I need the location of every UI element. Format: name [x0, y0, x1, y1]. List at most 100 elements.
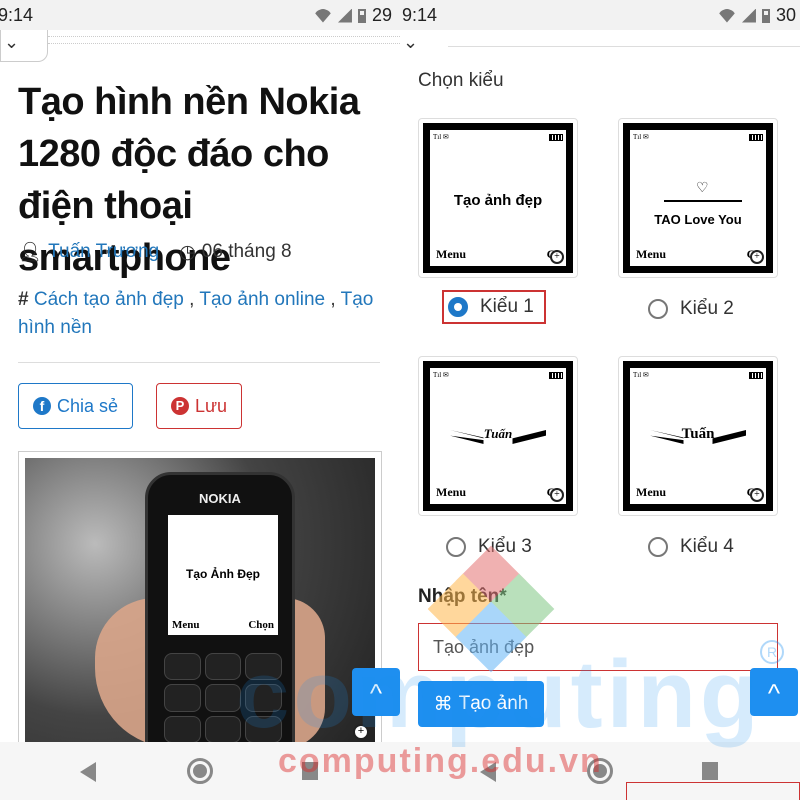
collapse-bar: ⌄: [400, 30, 800, 62]
left-screen: 9:14 29 ⌄ Tạo hình nền Nokia 1280 độc đá…: [0, 0, 400, 800]
chevron-down-icon: ⌄: [4, 32, 20, 52]
style-radio-2[interactable]: Kiểu 2: [648, 298, 734, 320]
style-preview-text: Tạo ảnh đẹp: [453, 192, 543, 209]
command-icon: ⌘: [433, 693, 453, 715]
divider: [18, 362, 380, 363]
article-date: 06 tháng 8: [201, 241, 292, 262]
name-field-label: Nhập tên*: [418, 586, 507, 607]
heartbeat-icon: [664, 180, 742, 202]
name-input[interactable]: Tạo ảnh đẹp: [418, 623, 778, 671]
signal-icon: [741, 8, 756, 23]
signal-icon: Tıl ✉: [633, 371, 649, 379]
phone-keypad: [164, 653, 282, 743]
pinterest-icon: P: [171, 397, 189, 415]
signal-icon: Tıl ✉: [633, 133, 649, 141]
signal-icon: Tıl ✉: [433, 133, 449, 141]
name-input-value: Tạo ảnh đẹp: [433, 636, 535, 657]
battery-level: 30: [775, 5, 796, 25]
style-card-3[interactable]: Tıl ✉ Tuấn Menu Ch +: [418, 356, 578, 516]
facebook-icon: f: [33, 397, 51, 415]
phone-menu-label: Menu: [172, 619, 200, 631]
phone-screen: Tạo Ảnh Đẹp Menu Chọn: [168, 515, 278, 635]
wifi-icon: [717, 8, 736, 23]
zoom-icon[interactable]: +: [550, 250, 564, 264]
chevron-up-icon: ^: [767, 678, 781, 708]
battery-icon: [761, 8, 770, 23]
style-card-2[interactable]: Tıl ✉ TAO Love You Menu Ch +: [618, 118, 778, 278]
style-radio-3[interactable]: Kiểu 3: [446, 536, 532, 558]
style-preview-text: Tuấn: [483, 426, 513, 441]
tag-link[interactable]: Tạo ảnh online: [199, 289, 325, 310]
zoom-icon[interactable]: +: [353, 724, 369, 740]
status-time: 9:14: [0, 5, 34, 25]
phone-illustration: NOKIA Tạo Ảnh Đẹp Menu Chọn: [145, 472, 295, 744]
radio-dot: [446, 537, 466, 557]
style-radio-label: Kiểu 2: [680, 298, 734, 319]
choose-style-label: Chọn kiểu: [418, 70, 504, 91]
battery-icon: [357, 8, 366, 23]
home-icon[interactable]: [587, 758, 613, 784]
battery-icon: [549, 372, 563, 379]
back-icon[interactable]: [480, 762, 496, 782]
radio-dot: [648, 299, 668, 319]
divider: [448, 46, 800, 47]
radio-dot: [648, 537, 668, 557]
hash-icon: #: [18, 289, 29, 310]
battery-level: 29: [371, 5, 392, 25]
share-label: Chia sẻ: [57, 395, 119, 416]
tag-list: # Cách tạo ảnh đẹp , Tạo ảnh online , Tạ…: [18, 289, 374, 338]
chevron-down-icon: ⌄: [403, 32, 419, 52]
preview-menu-label: Menu: [436, 247, 466, 261]
preview-menu-label: Menu: [636, 485, 666, 499]
style-radio-label: Kiểu 1: [480, 296, 534, 317]
save-label: Lưu: [195, 395, 228, 416]
collapse-bar: ⌄: [0, 30, 400, 62]
user-icon: 👤︎: [18, 242, 43, 263]
battery-icon: [749, 134, 763, 141]
share-button[interactable]: f Chia sẻ: [18, 383, 134, 429]
style-preview-text: TAO Love You: [654, 212, 742, 227]
zoom-icon[interactable]: +: [550, 488, 564, 502]
author-link[interactable]: Tuấn Trương: [48, 241, 159, 263]
home-icon[interactable]: [187, 758, 213, 784]
style-preview-text: Tuấn: [681, 426, 715, 442]
recent-apps-icon[interactable]: [702, 762, 718, 780]
battery-icon: [549, 134, 563, 141]
scroll-top-button[interactable]: ^: [352, 668, 400, 716]
back-icon[interactable]: [80, 762, 96, 782]
collapse-toggle[interactable]: ⌄: [0, 30, 48, 62]
article-meta: 👤︎ Tuấn Trương ◷ 06 tháng 8: [18, 240, 292, 264]
chevron-up-icon: ^: [369, 678, 383, 708]
radio-dot: [448, 297, 468, 317]
article-image[interactable]: NOKIA Tạo Ảnh Đẹp Menu Chọn +: [18, 451, 382, 751]
preview-menu-label: Menu: [436, 485, 466, 499]
status-bar: 9:14 30: [400, 0, 800, 30]
create-image-button[interactable]: ⌘ Tạo ảnh: [418, 681, 544, 727]
style-radio-1[interactable]: Kiểu 1: [442, 290, 546, 324]
tag-link[interactable]: Cách tạo ảnh đẹp: [34, 289, 184, 310]
status-time: 9:14: [402, 5, 438, 25]
collapse-toggle[interactable]: ⌄: [400, 30, 448, 62]
clock-icon: ◷: [179, 241, 196, 263]
signal-icon: Tıl ✉: [433, 371, 449, 379]
style-card-1[interactable]: Tıl ✉ Tạo ảnh đẹp Menu Ch +: [418, 118, 578, 278]
zoom-icon[interactable]: +: [750, 488, 764, 502]
wifi-icon: [313, 8, 332, 23]
scroll-top-button[interactable]: ^: [750, 668, 798, 716]
style-radio-label: Kiểu 4: [680, 536, 734, 557]
create-image-label: Tạo ảnh: [458, 693, 529, 714]
right-screen: 9:14 30 ⌄ Chọn kiểu Tıl ✉ Tạo ảnh đẹp Me…: [400, 0, 800, 800]
recent-apps-icon[interactable]: [302, 762, 318, 780]
style-radio-4[interactable]: Kiểu 4: [648, 536, 734, 558]
preview-menu-label: Menu: [636, 247, 666, 261]
zoom-icon[interactable]: +: [750, 250, 764, 264]
partial-field-outline: [626, 782, 800, 800]
phone-select-label: Chọn: [248, 619, 274, 631]
style-card-4[interactable]: Tıl ✉ Tuấn Menu Ch +: [618, 356, 778, 516]
status-bar: 9:14 29: [0, 0, 400, 30]
style-radio-label: Kiểu 3: [478, 536, 532, 557]
phone-brand: NOKIA: [199, 491, 241, 506]
signal-icon: [337, 8, 352, 23]
battery-icon: [749, 372, 763, 379]
save-button[interactable]: P Lưu: [156, 383, 243, 429]
